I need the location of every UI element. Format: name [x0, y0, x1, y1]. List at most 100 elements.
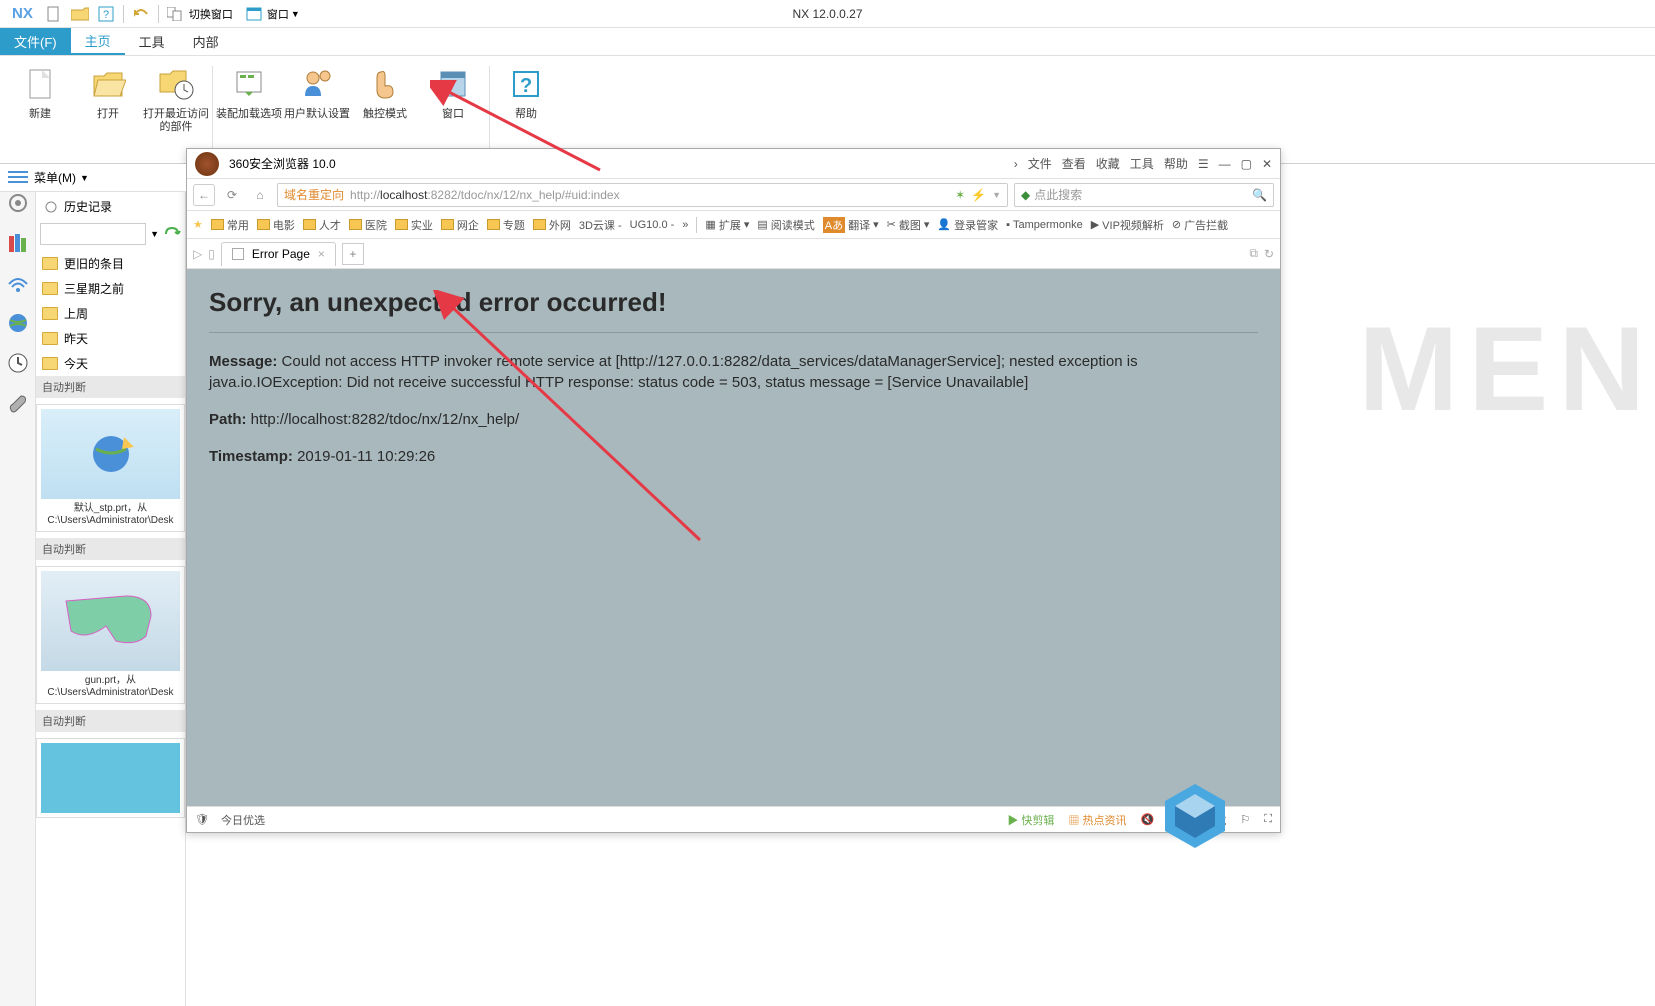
bm-industry[interactable]: 实业: [395, 217, 433, 233]
home-button[interactable]: ⌂: [249, 184, 271, 206]
bm-ext[interactable]: ▦ 扩展 ▾: [705, 217, 749, 233]
wifi-icon[interactable]: [7, 272, 29, 294]
hamburger-icon[interactable]: ☰: [1198, 157, 1209, 171]
switch-window-label[interactable]: 切换窗口: [189, 6, 233, 22]
flash-icon[interactable]: ⚡: [971, 188, 986, 202]
menu-label[interactable]: 菜单(M): [34, 169, 76, 186]
clock-icon[interactable]: [7, 352, 29, 374]
books-icon[interactable]: [7, 232, 29, 254]
history-group-older[interactable]: 更旧的条目: [36, 251, 185, 276]
tab-file[interactable]: 文件(F): [0, 28, 71, 55]
menu-tools[interactable]: 工具: [1130, 155, 1154, 172]
history-group-three-weeks[interactable]: 三星期之前: [36, 276, 185, 301]
history-title: 历史记录: [36, 192, 185, 221]
user-defaults-button[interactable]: 用户默认设置: [283, 60, 351, 159]
hot-button[interactable]: ▦ 热点资讯: [1068, 812, 1126, 828]
wrench-icon[interactable]: [7, 392, 29, 414]
reload-button[interactable]: ⟳: [221, 184, 243, 206]
today-button[interactable]: 今日优选: [221, 812, 265, 828]
clip-button[interactable]: ▶ 快剪辑: [1007, 812, 1054, 828]
tab-tools[interactable]: 工具: [125, 28, 179, 55]
url-field[interactable]: 域名重定向 http://localhost:8282/tdoc/nx/12/n…: [277, 183, 1008, 207]
chevron-right-icon[interactable]: ›: [1014, 157, 1018, 171]
tab-close-icon[interactable]: ×: [318, 247, 325, 261]
bm-ug[interactable]: UG10.0 -: [630, 219, 675, 231]
assembly-load-button[interactable]: 装配加载选项: [215, 60, 283, 159]
history-thumb-3[interactable]: [36, 738, 185, 818]
bm-tm[interactable]: ▪ Tampermonke: [1006, 219, 1083, 231]
flag-icon[interactable]: ⚐: [1240, 813, 1250, 826]
bm-trans[interactable]: Aあ 翻译 ▾: [823, 217, 879, 233]
globe-icon[interactable]: [7, 312, 29, 334]
star-icon[interactable]: ★: [193, 218, 203, 231]
tab-overflow-icon[interactable]: ⧉: [1249, 246, 1258, 261]
menu-help[interactable]: 帮助: [1164, 155, 1188, 172]
minimize-icon[interactable]: —: [1219, 157, 1231, 171]
touch-mode-button[interactable]: 触控模式: [351, 60, 419, 159]
bm-shot[interactable]: ✂ 截图 ▾: [887, 217, 930, 233]
history-group-last-week[interactable]: 上周: [36, 301, 185, 326]
tab-home[interactable]: 主页: [71, 28, 125, 55]
window-button[interactable]: 窗口: [419, 60, 487, 159]
history-group-today[interactable]: 今天: [36, 351, 185, 376]
maximize-icon[interactable]: ▢: [1241, 157, 1252, 171]
zoom-icon[interactable]: ⛶: [1264, 813, 1272, 826]
bm-more-icon[interactable]: »: [682, 219, 688, 231]
tab-error-page[interactable]: Error Page ×: [221, 242, 336, 266]
auto-detect-label: 自动判断: [36, 538, 185, 560]
status-shield-icon[interactable]: 🛡: [195, 813, 209, 826]
bm-netent[interactable]: 网企: [441, 217, 479, 233]
new-icon[interactable]: [43, 3, 65, 25]
filter-caret-icon[interactable]: ▼: [150, 229, 159, 239]
menu-fav[interactable]: 收藏: [1096, 155, 1120, 172]
separator: [123, 5, 124, 23]
search-icon[interactable]: 🔍: [1252, 188, 1267, 202]
new-tab-button[interactable]: +: [342, 243, 364, 265]
window-label[interactable]: 窗口: [267, 6, 289, 22]
tab-list-icon[interactable]: ▯: [208, 247, 215, 261]
bm-adblock[interactable]: ⊘ 广告拦截: [1172, 217, 1228, 233]
menu-view[interactable]: 查看: [1062, 155, 1086, 172]
bm-common[interactable]: 常用: [211, 217, 249, 233]
window-dropdown-icon[interactable]: [243, 3, 265, 25]
bm-read[interactable]: ▤ 阅读模式: [757, 217, 814, 233]
auto-detect-label: 自动判断: [36, 376, 185, 398]
shield-icon[interactable]: ✶: [955, 188, 965, 202]
bm-vip[interactable]: ▶ VIP视频解析: [1091, 217, 1164, 233]
bm-movie[interactable]: 电影: [257, 217, 295, 233]
tab-strip: ▷ ▯ Error Page × + ⧉ ↻: [187, 239, 1280, 269]
back-button[interactable]: ←: [193, 184, 215, 206]
history-thumb-1[interactable]: 默认_stp.prt，从C:\Users\Administrator\Desk: [36, 404, 185, 532]
tab-internal[interactable]: 内部: [179, 28, 233, 55]
dropdown-caret-icon[interactable]: ▼: [291, 9, 300, 19]
new-button[interactable]: 新建: [6, 60, 74, 159]
bm-external[interactable]: 外网: [533, 217, 571, 233]
url-caret-icon[interactable]: ▼: [992, 190, 1001, 200]
bm-3dcloud[interactable]: 3D云课 -: [579, 217, 622, 233]
menu-caret-icon[interactable]: ▼: [80, 173, 89, 183]
search-field[interactable]: ◆ 点此搜索 🔍: [1014, 183, 1274, 207]
bm-talent[interactable]: 人才: [303, 217, 341, 233]
history-thumb-2[interactable]: gun.prt，从C:\Users\Administrator\Desk: [36, 566, 185, 704]
open-recent-button[interactable]: 打开最近访问的部件: [142, 60, 210, 159]
bm-special[interactable]: 专题: [487, 217, 525, 233]
restore-tab-icon[interactable]: ↻: [1264, 247, 1274, 261]
open-button[interactable]: 打开: [74, 60, 142, 159]
switch-window-icon[interactable]: [165, 3, 187, 25]
gear-icon[interactable]: [7, 192, 29, 214]
menu-file[interactable]: 文件: [1028, 155, 1052, 172]
gear-icon[interactable]: [44, 200, 58, 214]
help-button[interactable]: ? 帮助: [492, 60, 560, 159]
mute-icon[interactable]: 🔇: [1140, 813, 1154, 826]
history-group-yesterday[interactable]: 昨天: [36, 326, 185, 351]
bm-hospital[interactable]: 医院: [349, 217, 387, 233]
open-icon[interactable]: [69, 3, 91, 25]
refresh-icon[interactable]: [163, 226, 181, 242]
tab-nav-icon[interactable]: ▷: [193, 247, 202, 261]
close-icon[interactable]: ✕: [1262, 157, 1272, 171]
browser-avatar-icon[interactable]: [195, 152, 219, 176]
help-icon[interactable]: ?: [95, 3, 117, 25]
bm-login[interactable]: 👤 登录管家: [937, 217, 998, 233]
undo-icon[interactable]: [130, 3, 152, 25]
history-filter-select[interactable]: [40, 223, 146, 245]
